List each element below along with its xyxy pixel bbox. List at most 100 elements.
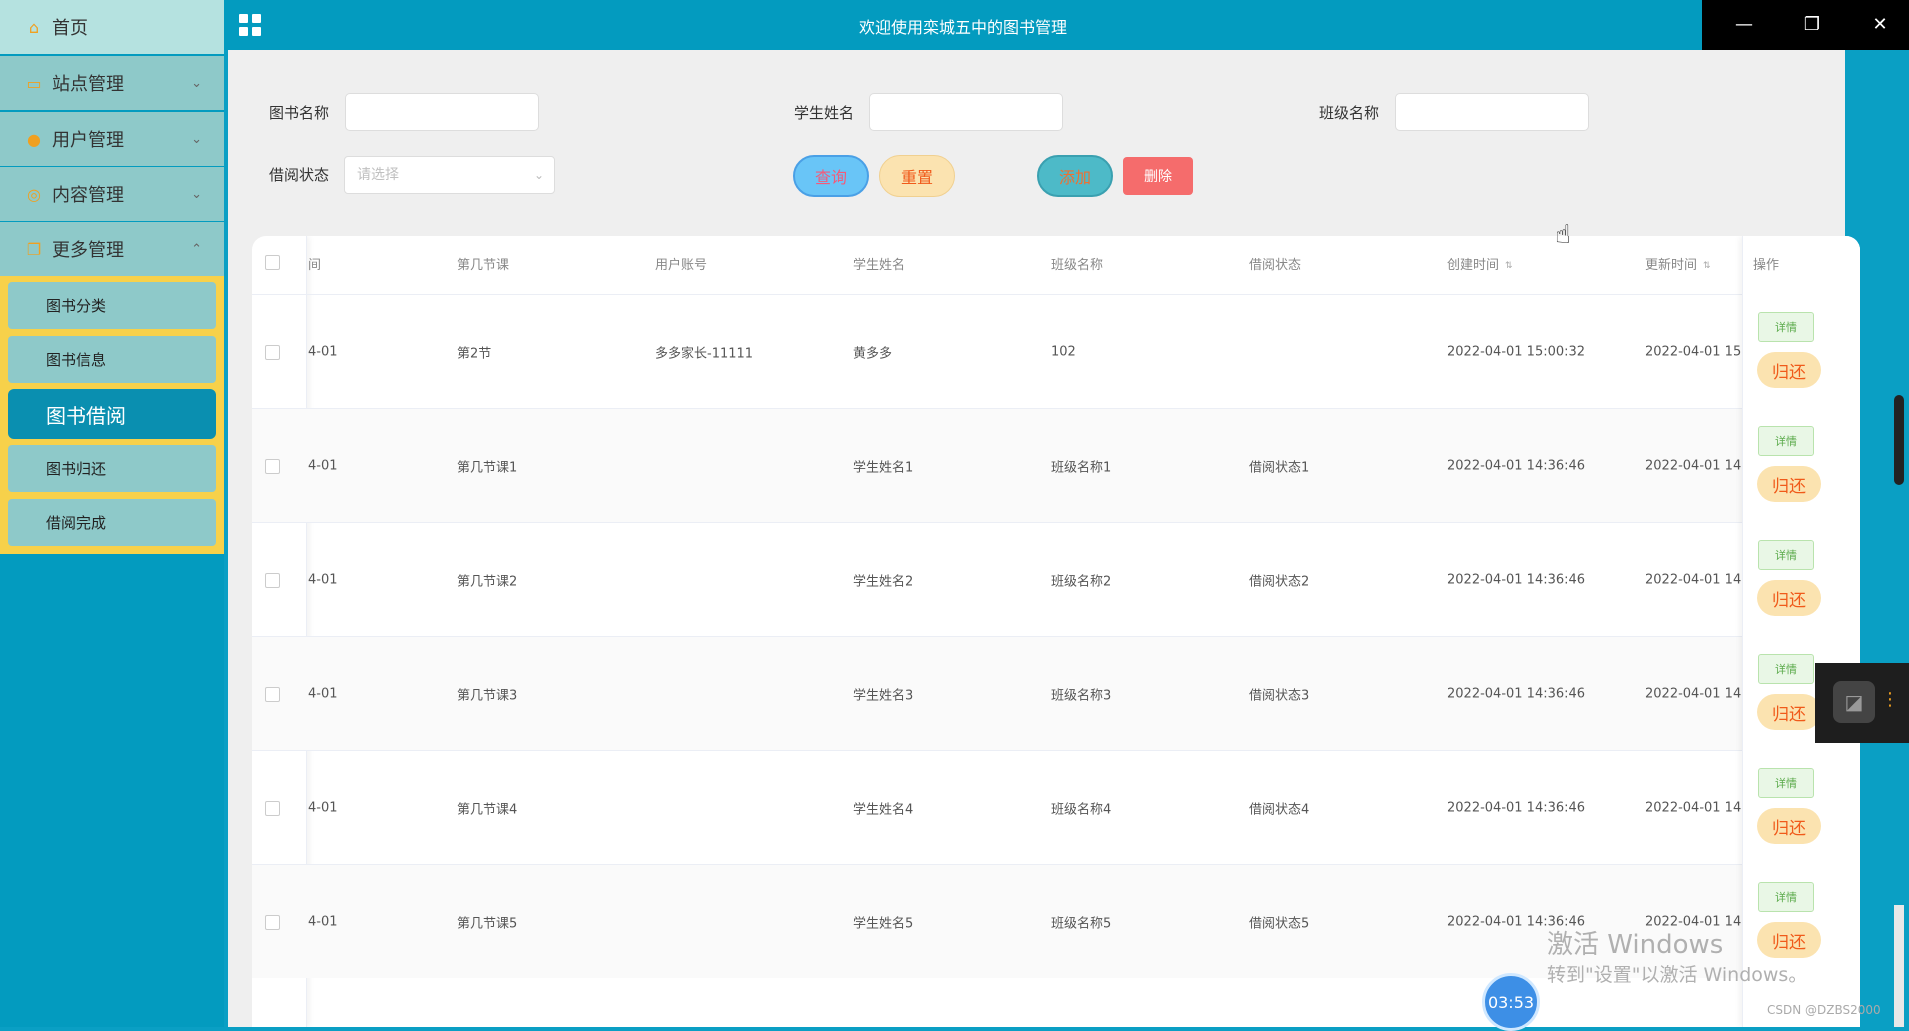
- detail-button[interactable]: 详情: [1758, 882, 1814, 912]
- sidebar-item-site[interactable]: ▭ 站点管理 ⌄: [0, 56, 224, 110]
- select-all-checkbox[interactable]: [265, 255, 280, 270]
- row-checkbox[interactable]: [265, 687, 280, 702]
- column-header-updated[interactable]: 更新时间 ⇅: [1645, 254, 1711, 273]
- recording-timer[interactable]: 03:53: [1482, 973, 1540, 1031]
- column-header: 用户账号: [655, 258, 708, 273]
- table-cell: 学生姓名3: [853, 688, 914, 703]
- table-cell: 班级名称3: [1051, 688, 1112, 703]
- borrow-table: 间 第几节课 用户账号 学生姓名 班级名称 借阅状态 创建时间 ⇅ 更新时间 ⇅ 4…: [252, 236, 1860, 1027]
- monitor-icon: ▭: [26, 73, 42, 93]
- add-button[interactable]: 添加: [1037, 155, 1113, 197]
- student-name-input[interactable]: [869, 93, 1063, 131]
- sidebar-item-users[interactable]: ● 用户管理 ⌄: [0, 112, 224, 166]
- detail-button[interactable]: 详情: [1758, 540, 1814, 570]
- chevron-down-icon: ⌄: [191, 131, 202, 147]
- table-cell: 2022-04-01 14:36:46: [1447, 458, 1586, 473]
- return-button[interactable]: 归还: [1757, 580, 1821, 616]
- sort-icon[interactable]: ⇅: [1703, 261, 1711, 271]
- sidebar-item-book-category[interactable]: 图书分类: [8, 282, 216, 329]
- sidebar-item-label: 首页: [52, 18, 88, 39]
- table-cell: 班级名称5: [1051, 916, 1112, 931]
- table-row[interactable]: 4-01 第几节课3 学生姓名3 班级名称3 借阅状态3 2022-04-01 14:36…: [252, 636, 1860, 750]
- table-cell: 2022-04-01 14:3: [1645, 572, 1754, 587]
- activation-watermark: 激活 Windows: [1547, 930, 1724, 960]
- sub-item-label: 图书归还: [46, 460, 107, 478]
- header-label: 创建时间: [1447, 258, 1500, 273]
- row-checkbox[interactable]: [265, 573, 280, 588]
- table-cell: 2022-04-01 14:3: [1645, 458, 1754, 473]
- column-header: 借阅状态: [1249, 258, 1302, 273]
- sub-item-label: 图书信息: [46, 351, 107, 369]
- table-cell: 4-01: [308, 572, 338, 587]
- table-cell: 第2节: [457, 346, 492, 361]
- detail-button[interactable]: 详情: [1758, 312, 1814, 342]
- minimize-button[interactable]: —: [1724, 10, 1764, 40]
- sidebar-item-content[interactable]: ◎ 内容管理 ⌄: [0, 167, 224, 221]
- scrollbar-lower: [1894, 905, 1904, 1027]
- table-cell: 4-01: [308, 914, 338, 929]
- sidebar-item-book-return[interactable]: 图书归还: [8, 445, 216, 492]
- activation-watermark-sub: 转到"设置"以激活 Windows。: [1547, 964, 1808, 986]
- return-button[interactable]: 归还: [1757, 352, 1821, 388]
- return-button[interactable]: 归还: [1757, 808, 1821, 844]
- column-header-actions: 操作: [1753, 258, 1780, 273]
- scrollbar-track[interactable]: [1890, 50, 1909, 1027]
- detail-button[interactable]: 详情: [1758, 426, 1814, 456]
- table-row[interactable]: 4-01 第几节课2 学生姓名2 班级名称2 借阅状态2 2022-04-01 14:36…: [252, 522, 1860, 636]
- class-name-input[interactable]: [1395, 93, 1589, 131]
- row-checkbox[interactable]: [265, 801, 280, 816]
- row-checkbox[interactable]: [265, 459, 280, 474]
- sidebar-item-borrow-done[interactable]: 借阅完成: [8, 499, 216, 546]
- borrow-status-select[interactable]: 请选择 ⌄: [344, 156, 555, 194]
- scrollbar-thumb[interactable]: [1894, 395, 1904, 485]
- home-icon: ⌂: [28, 17, 40, 37]
- sidebar-item-label: 内容管理: [52, 185, 124, 206]
- reset-button[interactable]: 重置: [879, 155, 955, 197]
- chevron-down-icon: ⌄: [191, 75, 202, 91]
- more-icon[interactable]: ⋮: [1881, 689, 1899, 710]
- query-button[interactable]: 查询: [793, 155, 869, 197]
- table-cell: 第几节课5: [457, 916, 518, 931]
- table-cell: 学生姓名4: [853, 802, 914, 817]
- close-button[interactable]: ✕: [1860, 10, 1900, 40]
- row-checkbox[interactable]: [265, 345, 280, 360]
- table-cell: 2022-04-01 14:36:46: [1447, 572, 1586, 587]
- table-cell: 4-01: [308, 344, 338, 359]
- return-button[interactable]: 归还: [1757, 922, 1821, 958]
- column-header-created[interactable]: 创建时间 ⇅: [1447, 254, 1513, 273]
- table-row[interactable]: 4-01 第几节课1 学生姓名1 班级名称1 借阅状态1 2022-04-01 14:36…: [252, 408, 1860, 522]
- detail-button[interactable]: 详情: [1758, 654, 1814, 684]
- sidebar-item-book-borrow[interactable]: 图书借阅: [8, 389, 216, 439]
- sub-item-label: 图书借阅: [46, 403, 126, 428]
- app-title: 欢迎使用栾城五中的图书管理: [858, 18, 1067, 37]
- chevron-down-icon: ⌄: [533, 168, 544, 182]
- return-button[interactable]: 归还: [1757, 694, 1821, 730]
- table-cell: 借阅状态5: [1249, 916, 1310, 931]
- delete-button[interactable]: 删除: [1123, 157, 1193, 195]
- restore-button[interactable]: ❐: [1792, 10, 1832, 40]
- sidebar-item-home[interactable]: ⌂ 首页: [0, 0, 224, 54]
- sidebar-item-more[interactable]: ❐ 更多管理 ⌃: [0, 222, 224, 276]
- column-header: 间: [308, 258, 322, 273]
- chevron-down-icon: ⌄: [191, 186, 202, 202]
- sidebar-item-label: 站点管理: [52, 74, 124, 95]
- table-row[interactable]: 4-01 第2节 多多家长-11111 黄多多 102 2022-04-01 15:00:…: [252, 294, 1860, 408]
- column-header: 第几节课: [457, 258, 510, 273]
- sort-icon[interactable]: ⇅: [1505, 261, 1513, 271]
- table-row[interactable]: 4-01 第几节课4 学生姓名4 班级名称4 借阅状态4 2022-04-01 14:36…: [252, 750, 1860, 864]
- table-cell: 4-01: [308, 458, 338, 473]
- column-header: 班级名称: [1051, 258, 1104, 273]
- table-cell: 102: [1051, 344, 1076, 359]
- sidebar-item-book-info[interactable]: 图书信息: [8, 336, 216, 383]
- floating-widget[interactable]: ◪ ⋮: [1815, 663, 1909, 743]
- table-cell: 2022-04-01 14:36:46: [1447, 686, 1586, 701]
- pointer-cursor-icon: ☝: [1555, 220, 1571, 250]
- book-name-label: 图书名称: [269, 104, 330, 122]
- row-checkbox[interactable]: [265, 915, 280, 930]
- table-cell: 2022-04-01 14:36:46: [1447, 800, 1586, 815]
- return-button[interactable]: 归还: [1757, 466, 1821, 502]
- book-name-input[interactable]: [345, 93, 539, 131]
- table-cell: 第几节课2: [457, 574, 518, 589]
- detail-button[interactable]: 详情: [1758, 768, 1814, 798]
- top-bar: 欢迎使用栾城五中的图书管理: [224, 0, 1702, 50]
